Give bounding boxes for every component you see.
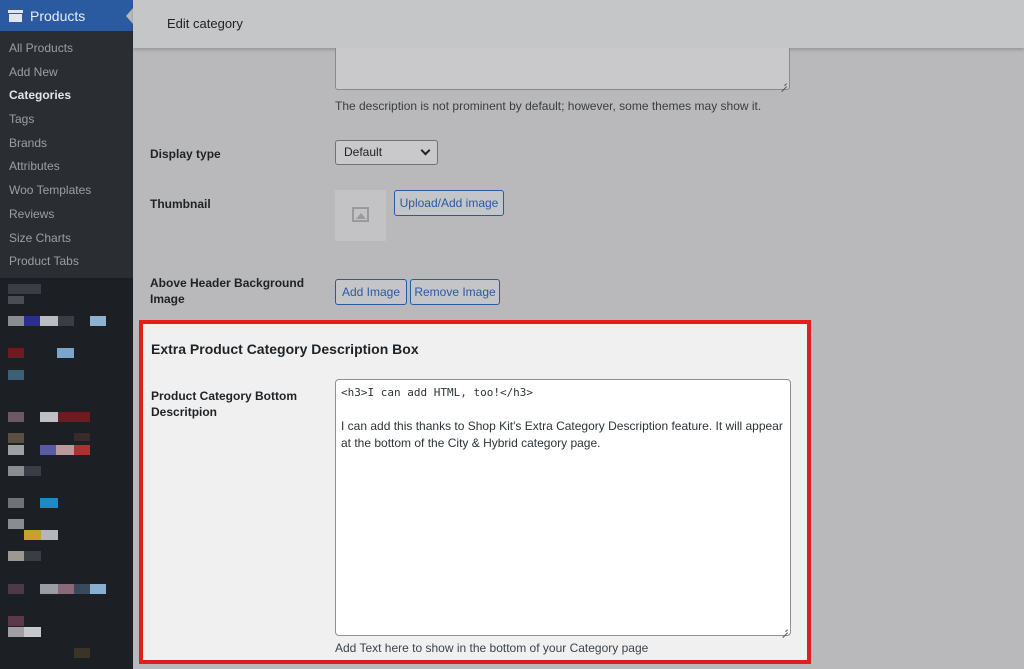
add-image-button[interactable]: Add Image bbox=[335, 279, 407, 305]
above-header-label: Above Header Background Image bbox=[150, 276, 305, 306]
sidebar-item-reviews[interactable]: Reviews bbox=[0, 203, 133, 227]
sidebar-item-tags[interactable]: Tags bbox=[0, 108, 133, 132]
resize-handle-icon[interactable] bbox=[780, 80, 787, 87]
admin-sidebar: Products All Products Add New Categories… bbox=[0, 0, 133, 669]
pixelated-menu-items bbox=[0, 278, 133, 669]
description-help-text: The description is not prominent by defa… bbox=[335, 99, 762, 113]
textarea-line-html: <h3>I can add HTML, too!</h3> bbox=[341, 386, 534, 399]
chevron-down-icon bbox=[420, 145, 431, 156]
resize-handle-icon[interactable] bbox=[781, 626, 788, 633]
remove-image-button[interactable]: Remove Image bbox=[410, 279, 500, 305]
current-menu-arrow bbox=[126, 8, 133, 24]
sidebar-item-woo-templates[interactable]: Woo Templates bbox=[0, 179, 133, 203]
sidebar-item-attributes[interactable]: Attributes bbox=[0, 155, 133, 179]
sidebar-item-size-charts[interactable]: Size Charts bbox=[0, 227, 133, 251]
sidebar-menu-title: Products bbox=[30, 7, 86, 24]
bottom-description-help: Add Text here to show in the bottom of y… bbox=[335, 641, 649, 655]
display-type-select[interactable]: Default bbox=[335, 140, 438, 165]
display-type-label: Display type bbox=[150, 147, 221, 161]
bottom-description-label: Product Category Bottom Descritpion bbox=[151, 389, 298, 419]
sidebar-item-product-tabs[interactable]: Product Tabs bbox=[0, 250, 133, 274]
sidebar-menu-products[interactable]: Products bbox=[0, 0, 133, 31]
upload-image-button[interactable]: Upload/Add image bbox=[394, 190, 504, 216]
products-icon bbox=[8, 9, 23, 22]
sidebar-item-all-products[interactable]: All Products bbox=[0, 37, 133, 61]
sidebar-item-categories[interactable]: Categories bbox=[0, 84, 133, 108]
sidebar-item-brands[interactable]: Brands bbox=[0, 132, 133, 156]
thumbnail-preview bbox=[335, 190, 386, 241]
extra-box-title: Extra Product Category Description Box bbox=[151, 341, 419, 357]
bottom-description-textarea[interactable]: <h3>I can add HTML, too!</h3> I can add … bbox=[335, 379, 791, 636]
page-title: Edit category bbox=[167, 16, 243, 31]
textarea-line-text: I can add this thanks to Shop Kit's Extr… bbox=[341, 419, 783, 450]
description-textarea[interactable] bbox=[335, 48, 790, 90]
top-header-bar: Edit category bbox=[133, 0, 1024, 48]
image-placeholder-icon bbox=[352, 207, 369, 222]
products-submenu: All Products Add New Categories Tags Bra… bbox=[0, 31, 133, 278]
thumbnail-label: Thumbnail bbox=[150, 197, 211, 211]
display-type-value: Default bbox=[344, 145, 383, 159]
extra-description-box: Extra Product Category Description Box P… bbox=[139, 320, 811, 664]
sidebar-item-add-new[interactable]: Add New bbox=[0, 61, 133, 85]
